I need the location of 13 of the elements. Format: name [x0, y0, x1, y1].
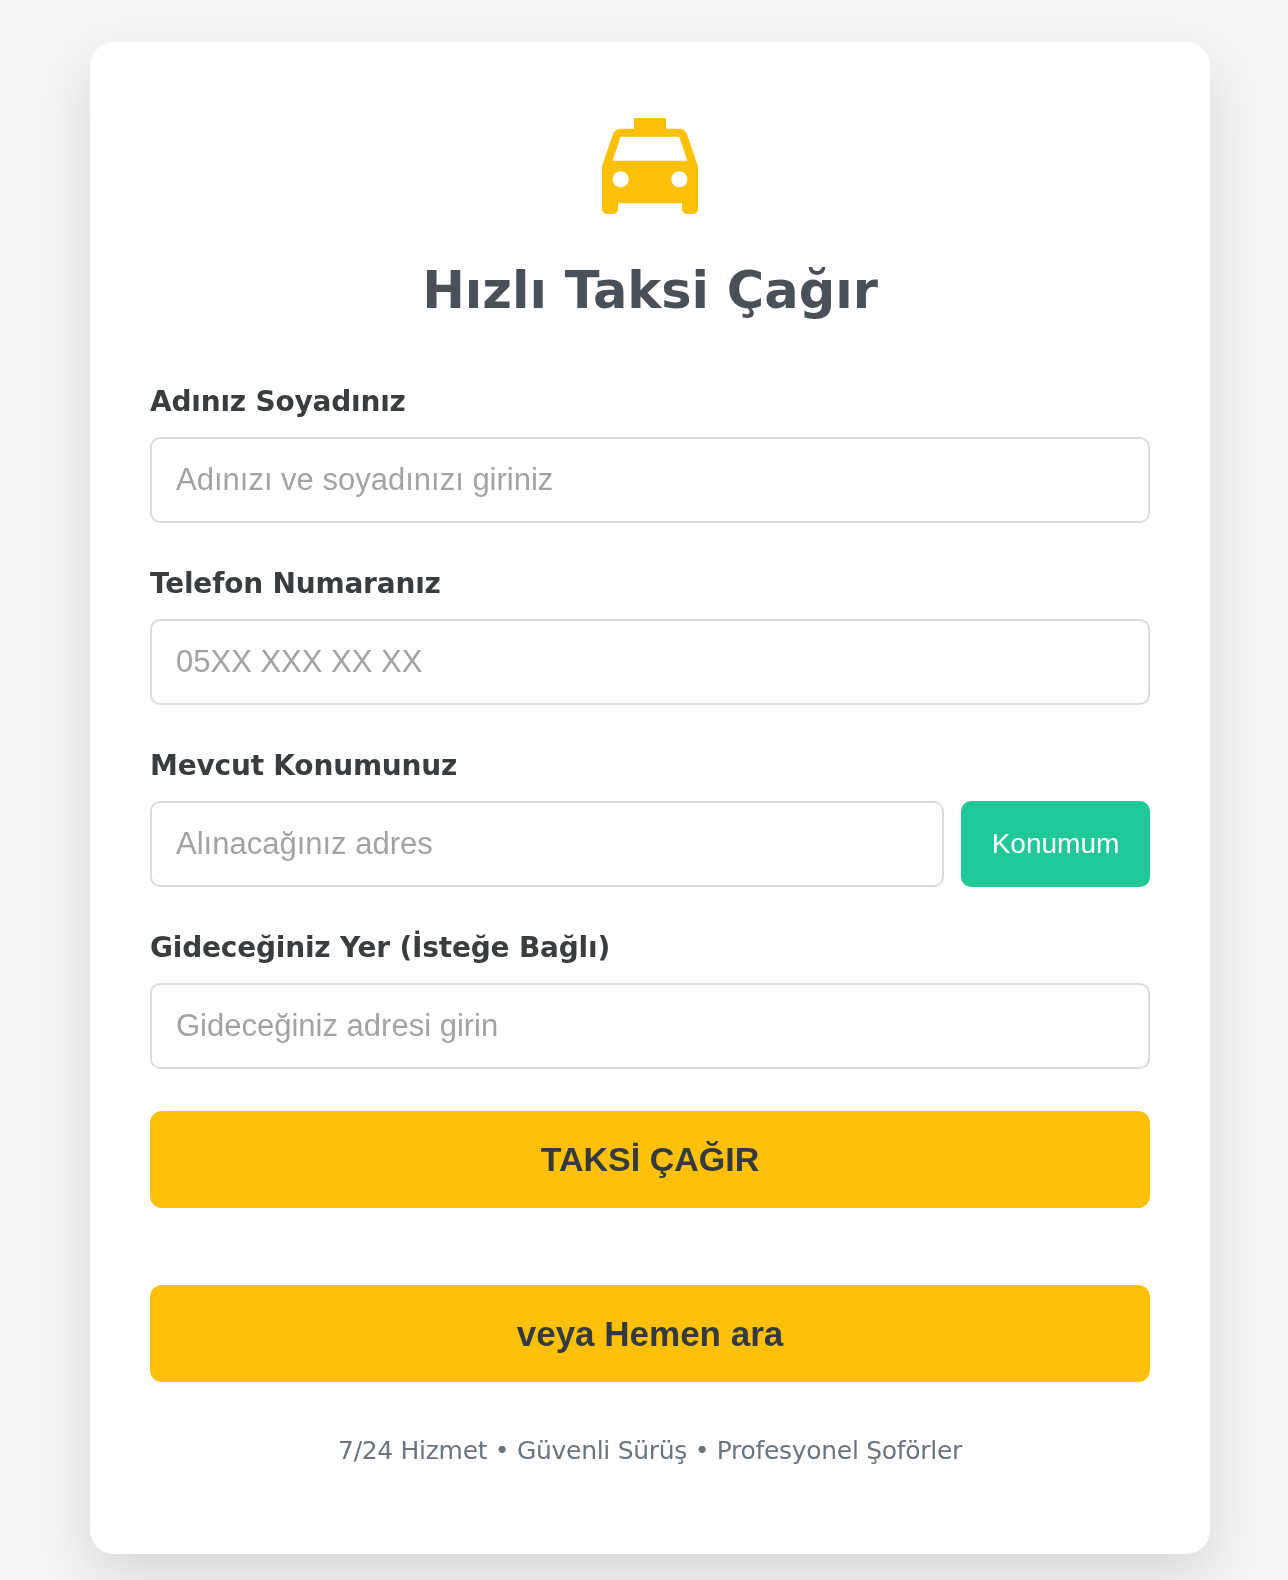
field-label: Mevcut Konumunuz	[150, 749, 458, 783]
field-label: Gideceğiniz Yer (İsteğe Bağlı)	[150, 931, 610, 965]
field-label: Telefon Numaranız	[150, 567, 441, 601]
input-field[interactable]: 05XX XXX XX XX	[150, 619, 1150, 705]
footer-text: 7/24 Hizmet • Güvenli Sürüş • Profesyonel Şoförler	[338, 1436, 962, 1466]
input-field[interactable]: Gideceğiniz adresi girin	[150, 983, 1150, 1069]
field-label: Adınız Soyadınız	[150, 385, 406, 419]
input-field[interactable]: Alınacağınız adres	[150, 801, 944, 887]
page-title: Hızlı Taksi Çağır	[421, 261, 879, 321]
input-field[interactable]: Adınızı ve soyadınızı giriniz	[150, 437, 1150, 523]
call-now-button[interactable]: veya Hemen ara	[150, 1285, 1150, 1382]
call-taxi-button[interactable]: TAKSİ ÇAĞIR	[150, 1111, 1150, 1208]
taxi-icon	[602, 118, 698, 214]
